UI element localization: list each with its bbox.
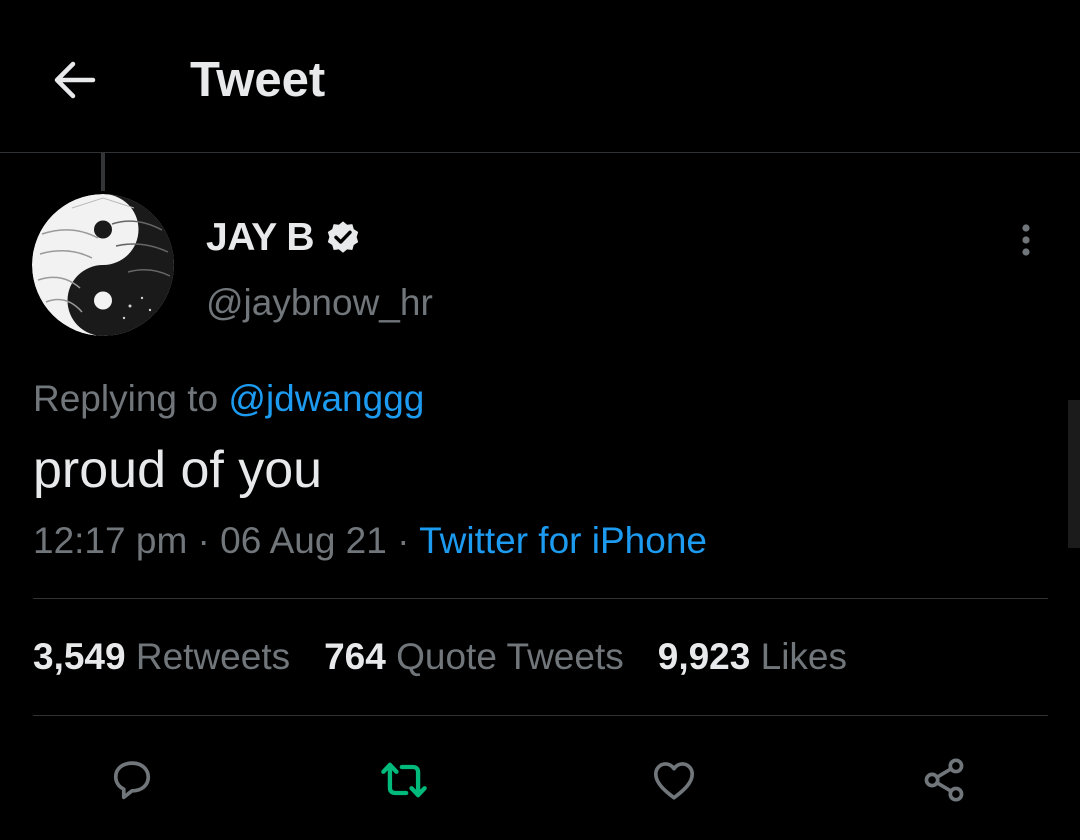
tweet-metadata: 12:17 pm · 06 Aug 21 · Twitter for iPhon… <box>33 518 707 564</box>
tweet-source-link[interactable]: Twitter for iPhone <box>419 520 707 561</box>
verified-badge-icon <box>327 221 359 253</box>
like-button[interactable] <box>646 752 702 808</box>
share-icon <box>924 758 964 802</box>
engagement-stats: 3,549 Retweets 764 Quote Tweets 9,923 Li… <box>33 634 881 680</box>
avatar[interactable] <box>32 194 174 336</box>
arrow-left-icon <box>54 61 96 99</box>
author-name-row[interactable]: JAY B <box>206 214 362 262</box>
likes-label: Likes <box>760 636 848 677</box>
author-handle[interactable]: @jaybnow_hr <box>206 280 433 326</box>
heart-icon <box>653 762 695 800</box>
retweet-button[interactable] <box>376 752 432 808</box>
more-vertical-icon <box>1022 224 1030 256</box>
quote-tweets-label: Quote Tweets <box>396 636 624 677</box>
retweets-stat[interactable]: 3,549 Retweets <box>33 634 290 680</box>
reply-button[interactable] <box>104 752 160 808</box>
top-app-bar: Tweet <box>0 0 1080 153</box>
yin-yang-avatar-image <box>32 194 174 336</box>
reply-icon <box>113 761 151 800</box>
tweet-date: 06 Aug 21 <box>220 520 387 561</box>
divider <box>33 598 1048 599</box>
quote-tweets-count: 764 <box>324 636 386 677</box>
scrollbar[interactable] <box>1068 400 1080 548</box>
retweets-count: 3,549 <box>33 636 126 677</box>
retweet-icon <box>381 762 427 798</box>
quote-tweets-stat[interactable]: 764 Quote Tweets <box>324 634 624 680</box>
back-button[interactable] <box>44 52 104 108</box>
share-button[interactable] <box>916 752 972 808</box>
more-options-button[interactable] <box>1006 218 1046 262</box>
tweet-time: 12:17 pm <box>33 520 188 561</box>
likes-count: 9,923 <box>657 636 751 677</box>
replying-to-mention-link[interactable]: @jdwanggg <box>228 378 424 419</box>
thread-connector-line <box>101 153 105 191</box>
replying-to-label: Replying to <box>33 378 229 419</box>
tweet-text: proud of you <box>33 441 323 499</box>
meta-separator: · <box>386 520 420 561</box>
meta-separator: · <box>187 520 221 561</box>
replying-to-line: Replying to @jdwanggg <box>33 376 424 422</box>
retweets-label: Retweets <box>135 636 291 677</box>
likes-stat[interactable]: 9,923 Likes <box>658 634 847 680</box>
divider <box>33 715 1048 716</box>
page-title: Tweet <box>190 53 326 107</box>
author-display-name[interactable]: JAY B <box>206 216 315 260</box>
